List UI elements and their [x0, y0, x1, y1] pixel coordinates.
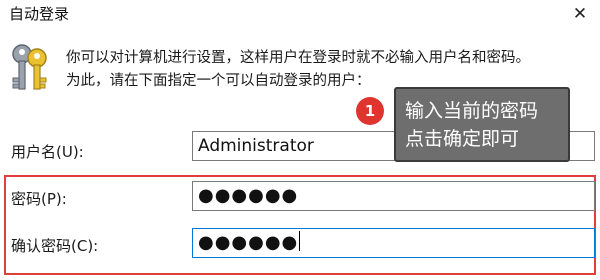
- close-button[interactable]: ✕: [560, 0, 600, 28]
- annotation-callout: 输入当前的密码 点击确定即可: [394, 87, 570, 162]
- close-icon: ✕: [572, 4, 588, 24]
- keys-icon: [12, 44, 47, 90]
- password-label: 密码(P):: [11, 190, 67, 208]
- password-value: ●●●●●●: [198, 185, 299, 206]
- description-line-1: 你可以对计算机进行设置，这样用户在登录时就不必输入用户名和密码。: [66, 50, 530, 66]
- callout-line-1: 输入当前的密码: [405, 100, 539, 122]
- confirm-password-label: 确认密码(C):: [11, 237, 99, 255]
- password-field[interactable]: ●●●●●●: [192, 181, 595, 211]
- step-badge: 1: [356, 97, 384, 125]
- confirm-password-value: ●●●●●●: [198, 232, 299, 253]
- text-caret: [299, 231, 301, 251]
- username-label: 用户名(U):: [11, 143, 84, 161]
- callout-line-2: 点击确定即可: [405, 128, 520, 150]
- title-bar: 自动登录 ✕: [0, 0, 600, 28]
- confirm-password-field[interactable]: ●●●●●●: [192, 228, 595, 258]
- window-title: 自动登录: [9, 5, 70, 23]
